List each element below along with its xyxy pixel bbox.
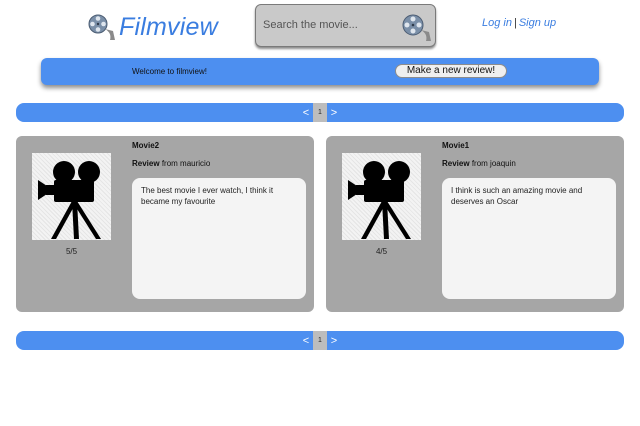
review-text-box: I think is such an amazing movie and des…	[442, 178, 616, 299]
review-card[interactable]: 5/5 Movie2 Review from mauricio The best…	[16, 136, 314, 312]
next-page-button[interactable]: >	[327, 107, 341, 119]
brand-name: Filmview	[119, 12, 218, 41]
brand-logo[interactable]: Filmview	[88, 9, 218, 45]
welcome-banner: Welcome to filmview! Make a new review!	[41, 58, 599, 85]
review-author-prefix: from	[471, 159, 488, 168]
film-reel-icon[interactable]	[401, 12, 431, 42]
review-byline: Review from mauricio	[132, 159, 210, 168]
pagination-bottom: < 1 >	[16, 331, 624, 350]
review-text-box: The best movie I ever watch, I think it …	[132, 178, 306, 299]
welcome-text: Welcome to filmview!	[132, 67, 207, 76]
prev-page-button[interactable]: <	[299, 107, 313, 119]
search-input[interactable]	[263, 17, 393, 33]
page-number-button[interactable]: 1	[313, 103, 327, 122]
movie-poster	[32, 153, 111, 240]
auth-separator: |	[513, 17, 517, 29]
prev-page-button[interactable]: <	[299, 335, 313, 347]
movie-poster	[342, 153, 421, 240]
signup-link[interactable]: Sign up	[519, 17, 556, 29]
auth-links: Log in | Sign up	[482, 17, 556, 29]
next-page-button[interactable]: >	[327, 335, 341, 347]
page-number-button[interactable]: 1	[313, 331, 327, 350]
review-byline: Review from joaquin	[442, 159, 516, 168]
review-author: joaquin	[490, 159, 516, 168]
login-link[interactable]: Log in	[482, 17, 512, 29]
review-author-prefix: from	[161, 159, 178, 168]
rating-value: 5/5	[65, 247, 78, 256]
review-text: I think is such an amazing movie and des…	[451, 186, 583, 206]
movie-camera-icon	[38, 161, 101, 239]
movie-title[interactable]: Movie1	[442, 141, 469, 150]
film-reel-icon	[88, 14, 115, 40]
review-card[interactable]: 4/5 Movie1 Review from joaquin I think i…	[326, 136, 624, 312]
movie-title[interactable]: Movie2	[132, 141, 159, 150]
search-bar	[255, 4, 436, 47]
review-author: mauricio	[180, 159, 211, 168]
review-label: Review	[132, 159, 160, 168]
review-label: Review	[442, 159, 470, 168]
movie-camera-icon	[348, 161, 411, 239]
new-review-button[interactable]: Make a new review!	[395, 64, 507, 78]
pagination-top: < 1 >	[16, 103, 624, 122]
rating-value: 4/5	[375, 247, 388, 256]
review-text: The best movie I ever watch, I think it …	[141, 186, 274, 206]
